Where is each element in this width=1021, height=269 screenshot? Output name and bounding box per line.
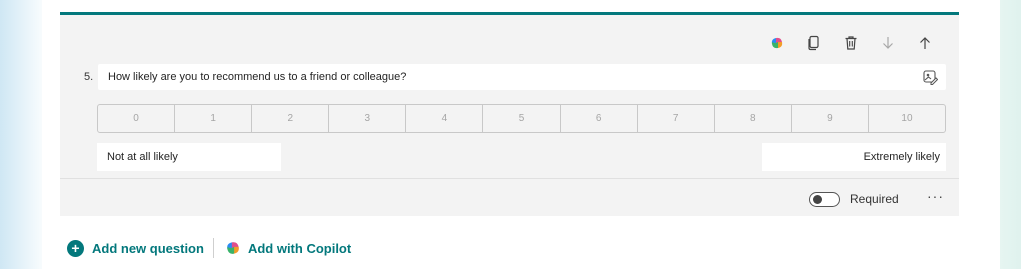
add-question-bar: + Add new question Add with Copilot	[67, 238, 351, 258]
add-new-question-label: Add new question	[92, 240, 204, 256]
required-toggle[interactable]	[809, 192, 840, 207]
copilot-icon	[227, 242, 239, 254]
scale-option[interactable]: 3	[328, 104, 407, 133]
copy-icon[interactable]	[795, 31, 832, 55]
edit-media-icon[interactable]	[922, 69, 939, 88]
plus-icon: +	[67, 239, 84, 257]
move-down-icon[interactable]	[869, 31, 906, 55]
question-card[interactable]: 5. How likely are you to recommend us to…	[60, 12, 959, 216]
add-new-question-button[interactable]: + Add new question	[67, 239, 204, 257]
card-divider	[60, 178, 959, 179]
question-title-input[interactable]: How likely are you to recommend us to a …	[98, 64, 946, 90]
high-label: Extremely likely	[863, 151, 940, 163]
delete-icon[interactable]	[832, 31, 869, 55]
scale-option[interactable]: 10	[867, 104, 947, 133]
scale-option[interactable]: 6	[559, 104, 638, 133]
rating-scale: 0 1 2 3 4 5 6 7 8 9 10	[97, 104, 947, 133]
more-options-button[interactable]: ···	[927, 188, 944, 204]
scale-option[interactable]: 7	[636, 104, 715, 133]
copilot-icon[interactable]	[758, 31, 795, 55]
question-title: How likely are you to recommend us to a …	[108, 71, 407, 83]
scale-option[interactable]: 0	[97, 104, 176, 133]
question-row: 5. How likely are you to recommend us to…	[84, 64, 946, 90]
toggle-knob	[813, 195, 822, 204]
move-up-icon[interactable]	[906, 31, 943, 55]
required-label: Required	[850, 192, 899, 206]
scale-option[interactable]: 9	[790, 104, 869, 133]
low-label: Not at all likely	[107, 151, 178, 163]
action-separator	[212, 238, 214, 258]
scale-option[interactable]: 1	[174, 104, 253, 133]
scale-option[interactable]: 5	[482, 104, 561, 133]
question-number: 5.	[84, 71, 94, 83]
scale-option[interactable]: 4	[405, 104, 484, 133]
high-label-field[interactable]: Extremely likely	[762, 143, 946, 171]
scale-option[interactable]: 8	[713, 104, 792, 133]
add-with-copilot-label: Add with Copilot	[247, 240, 352, 256]
scale-option[interactable]: 2	[251, 104, 330, 133]
low-label-field[interactable]: Not at all likely	[97, 143, 281, 171]
add-with-copilot-button[interactable]: Add with Copilot	[224, 239, 351, 257]
question-toolbar	[758, 31, 943, 55]
